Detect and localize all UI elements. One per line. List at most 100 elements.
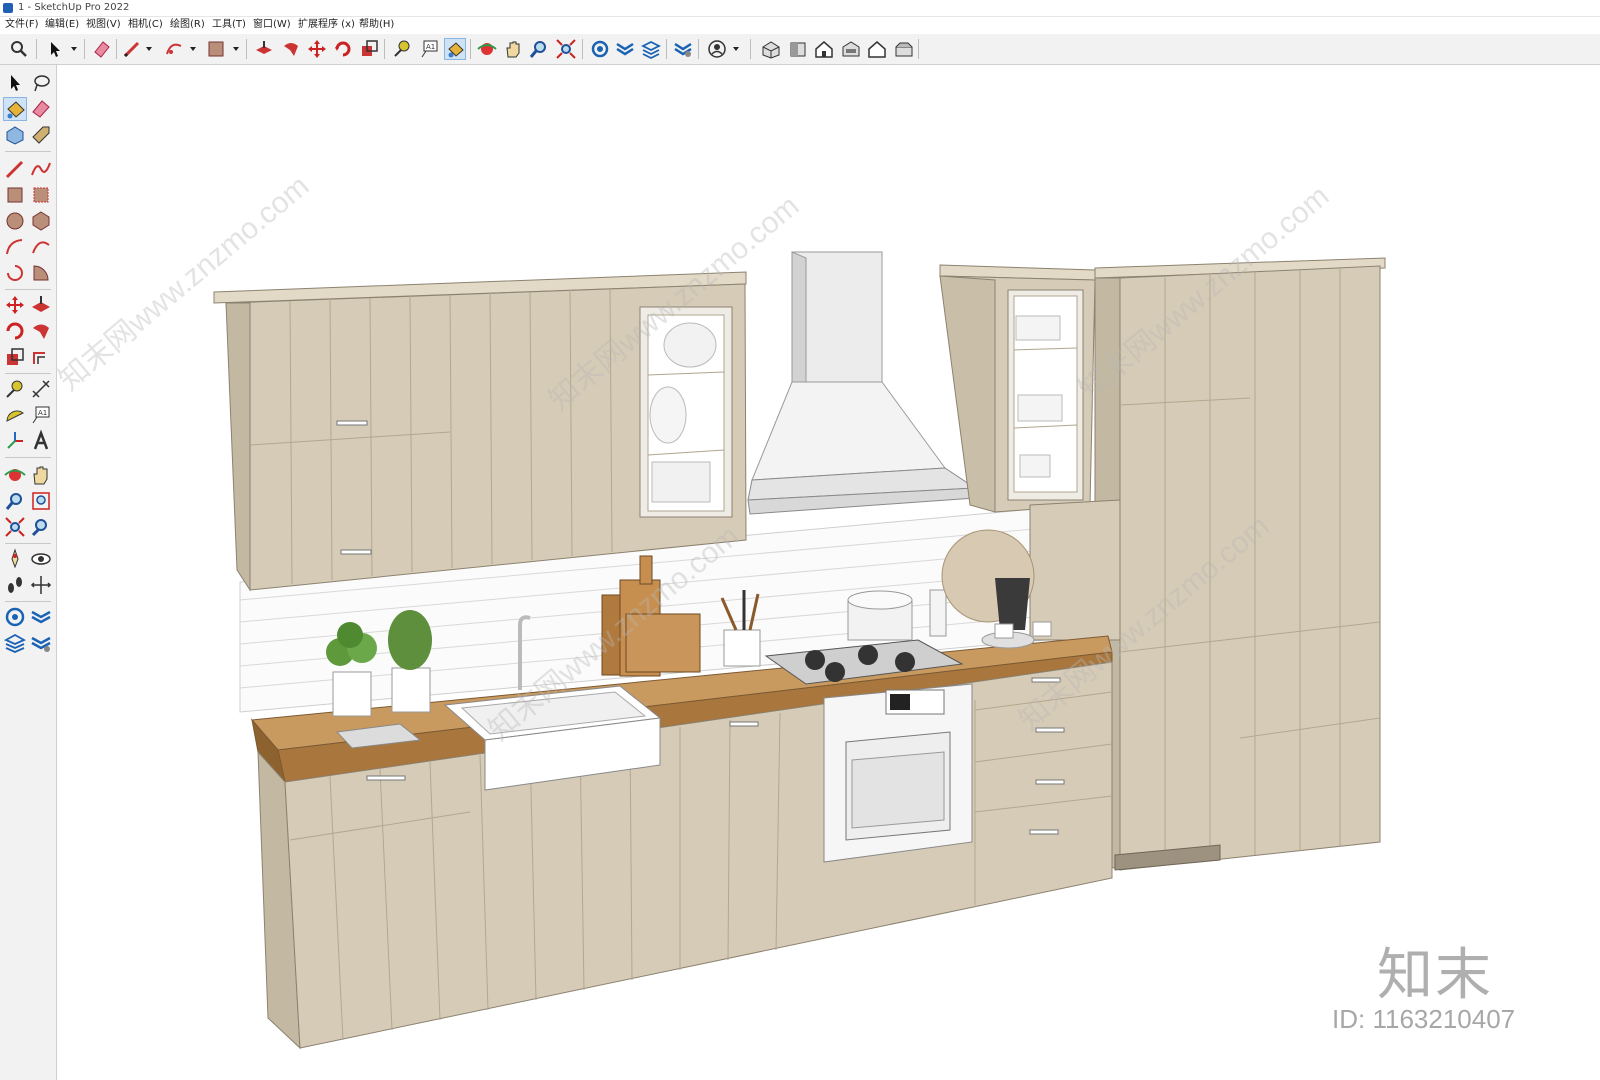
- sketchup-logo-icon: [3, 3, 13, 13]
- account-dropdown-icon[interactable]: [733, 47, 739, 51]
- rotate-icon[interactable]: [3, 319, 27, 343]
- text-icon[interactable]: A1: [29, 403, 53, 427]
- text-label-icon[interactable]: A1: [418, 38, 440, 60]
- move-icon[interactable]: [306, 38, 328, 60]
- watermark-logo: 知末: [1377, 943, 1493, 1008]
- tape-measure-icon[interactable]: [3, 377, 27, 401]
- circle-icon[interactable]: [3, 209, 27, 233]
- axes-icon[interactable]: [3, 429, 27, 453]
- 3d-text-icon[interactable]: [29, 429, 53, 453]
- warehouse-icon[interactable]: [589, 38, 611, 60]
- menu-draw[interactable]: 绘图(R): [170, 17, 205, 33]
- line-dropdown-icon[interactable]: [146, 47, 152, 51]
- back-view-icon[interactable]: [866, 38, 888, 60]
- section-plane-icon[interactable]: [29, 573, 53, 597]
- look-around-icon[interactable]: [29, 547, 53, 571]
- svg-text:A1: A1: [38, 409, 47, 417]
- push-pull-icon[interactable]: [253, 38, 275, 60]
- menu-edit[interactable]: 编辑(E): [45, 17, 79, 33]
- menu-view[interactable]: 视图(V): [86, 17, 121, 33]
- upper-cabinet-right: [939, 264, 1096, 513]
- menu-extensions[interactable]: 扩展程序 (x): [298, 17, 355, 33]
- arc-icon[interactable]: [3, 235, 27, 259]
- eraser-icon[interactable]: [91, 38, 113, 60]
- eraser-icon[interactable]: [29, 97, 53, 121]
- lasso-icon[interactable]: [29, 71, 53, 95]
- orbit-icon[interactable]: [3, 463, 27, 487]
- follow-me-icon[interactable]: [29, 319, 53, 343]
- menu-window[interactable]: 窗口(W): [253, 17, 291, 33]
- model-viewport[interactable]: 知末网www.znzmo.com 知末网www.znzmo.com 知末网www…: [57, 65, 1600, 1080]
- position-camera-icon[interactable]: [3, 547, 27, 571]
- select-icon[interactable]: [3, 71, 27, 95]
- polygon-icon[interactable]: [29, 209, 53, 233]
- menu-bar: 文件(F) 编辑(E) 视图(V) 相机(C) 绘图(R) 工具(T) 窗口(W…: [0, 17, 1600, 33]
- three-point-arc-icon[interactable]: [3, 261, 27, 285]
- left-toolbar: A1: [0, 65, 57, 1080]
- two-point-arc-icon[interactable]: [29, 235, 53, 259]
- main-toolbar: A1: [0, 34, 1600, 65]
- menu-file[interactable]: 文件(F): [5, 17, 39, 33]
- account-icon[interactable]: [706, 38, 728, 60]
- zoom-extents-icon[interactable]: [555, 38, 577, 60]
- iso-view-icon[interactable]: [760, 38, 782, 60]
- pie-icon[interactable]: [29, 261, 53, 285]
- zoom-icon[interactable]: [528, 38, 550, 60]
- title-bar: 1 - SketchUp Pro 2022: [0, 0, 1600, 17]
- right-view-icon[interactable]: [840, 38, 862, 60]
- svg-text:A1: A1: [426, 43, 435, 51]
- arc-icon[interactable]: [163, 38, 185, 60]
- extension-warehouse-icon[interactable]: [29, 605, 53, 629]
- pencil-line-icon[interactable]: [121, 38, 143, 60]
- follow-me-icon[interactable]: [280, 38, 302, 60]
- rotate-icon[interactable]: [332, 38, 354, 60]
- range-hood: [747, 251, 977, 515]
- scale-icon[interactable]: [3, 345, 27, 369]
- watermark-id: ID: 1163210407: [1332, 1004, 1516, 1034]
- scale-icon[interactable]: [358, 38, 380, 60]
- offset-icon[interactable]: [29, 345, 53, 369]
- shape-dropdown-icon[interactable]: [233, 47, 239, 51]
- side-panel: [1029, 499, 1121, 641]
- zoom-icon[interactable]: [3, 489, 27, 513]
- pan-icon[interactable]: [29, 463, 53, 487]
- select-arrow-icon[interactable]: [44, 38, 66, 60]
- freehand-icon[interactable]: [29, 157, 53, 181]
- menu-help[interactable]: 帮助(H): [359, 17, 394, 33]
- menu-camera[interactable]: 相机(C): [128, 17, 163, 33]
- window-title: 1 - SketchUp Pro 2022: [18, 2, 130, 13]
- left-view-icon[interactable]: [893, 38, 915, 60]
- pan-hand-icon[interactable]: [502, 38, 524, 60]
- extension-manager-icon[interactable]: [29, 631, 53, 655]
- layout-icon[interactable]: [640, 38, 662, 60]
- search-icon[interactable]: [8, 38, 30, 60]
- rectangle-icon[interactable]: [205, 38, 227, 60]
- tape-measure-icon[interactable]: [391, 38, 413, 60]
- orbit-icon[interactable]: [476, 38, 498, 60]
- rectangle-icon[interactable]: [3, 183, 27, 207]
- layout-icon[interactable]: [3, 631, 27, 655]
- menu-tools[interactable]: 工具(T): [212, 17, 246, 33]
- previous-view-icon[interactable]: [29, 515, 53, 539]
- protractor-icon[interactable]: [3, 403, 27, 427]
- push-pull-icon[interactable]: [29, 293, 53, 317]
- zoom-extents-icon[interactable]: [3, 515, 27, 539]
- walk-icon[interactable]: [3, 573, 27, 597]
- cooking-pot: [847, 590, 913, 641]
- zoom-window-icon[interactable]: [29, 489, 53, 513]
- paint-bucket-icon[interactable]: [3, 97, 27, 121]
- top-view-icon[interactable]: [787, 38, 809, 60]
- component-icon[interactable]: [3, 123, 27, 147]
- front-view-icon[interactable]: [813, 38, 835, 60]
- pencil-icon[interactable]: [3, 157, 27, 181]
- warehouse-icon[interactable]: [3, 605, 27, 629]
- extension-warehouse-icon[interactable]: [614, 38, 636, 60]
- select-dropdown-icon[interactable]: [71, 47, 77, 51]
- move-icon[interactable]: [3, 293, 27, 317]
- paint-bucket-icon[interactable]: [444, 38, 466, 60]
- rotated-rectangle-icon[interactable]: [29, 183, 53, 207]
- arc-dropdown-icon[interactable]: [190, 47, 196, 51]
- dimension-icon[interactable]: [29, 377, 53, 401]
- extension-manager-icon[interactable]: [672, 38, 694, 60]
- tag-icon[interactable]: [29, 123, 53, 147]
